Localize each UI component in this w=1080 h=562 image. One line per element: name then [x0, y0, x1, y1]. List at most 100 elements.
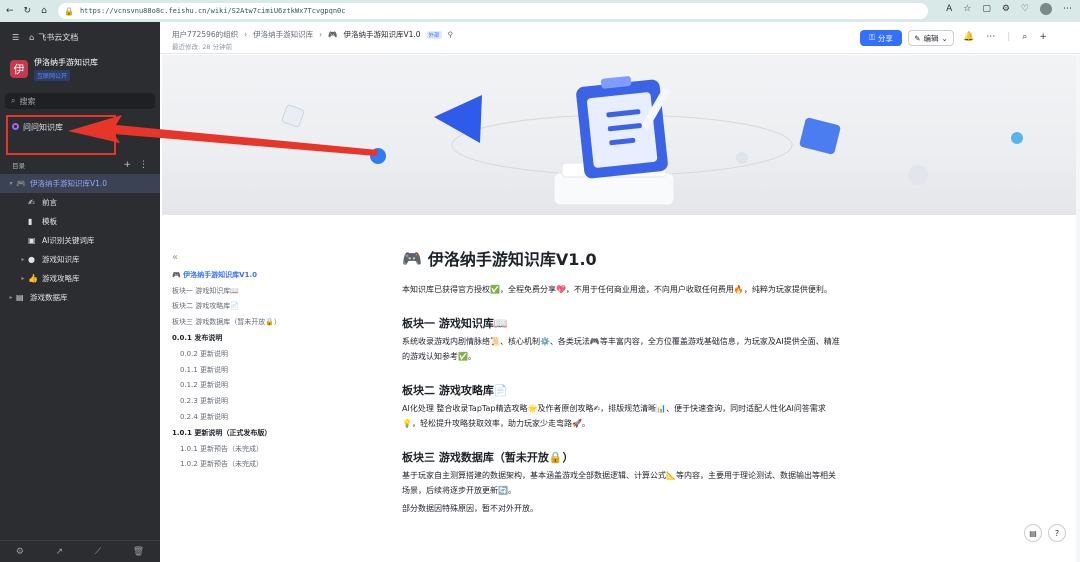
tree-item-label: 伊洛纳手游知识库V1.0	[30, 179, 108, 188]
edit-label: 编辑	[923, 33, 939, 43]
tree-item[interactable]: ✍ 前言	[0, 193, 160, 212]
trash-icon[interactable]: 🗑	[133, 547, 144, 557]
outline-item[interactable]: 0.2.4 更新说明	[172, 409, 372, 425]
outline-item[interactable]: 0.1.1 更新说明	[172, 362, 372, 378]
search-icon: ⌕	[11, 96, 16, 105]
toc-settings-icon[interactable]: ⋮	[139, 160, 148, 170]
doc-info-button[interactable]: ▤	[1024, 524, 1042, 542]
doc-body: 🎮 伊洛纳手游知识库V1.0 本知识库已获得官方授权✅，全程免费分享💖，不用于任…	[402, 246, 842, 516]
doc-header: 用户772596的组织 › 伊洛纳手游知识库 › 🎮 伊洛纳手游知识库V1.0 …	[160, 22, 1080, 54]
doc-outline: « 🎮 伊洛纳手游知识库V1.0 板块一 游戏知识库📖 板块二 游戏攻略库📄 板块三 …	[172, 252, 372, 472]
last-edit: 最近修改: 28 分钟前	[172, 43, 233, 51]
outline-item[interactable]: 1.0.1 更新预告（未完成）	[172, 441, 372, 457]
help-button[interactable]: ?	[1048, 524, 1066, 542]
section-3-heading[interactable]: 板块三 游戏数据库（暂未开放🔒）	[402, 449, 842, 465]
share-button[interactable]: ⚿ 分享	[860, 30, 902, 46]
collapse-outline-icon[interactable]: «	[172, 252, 372, 263]
external-tag: 外部	[426, 30, 442, 39]
tree-item-label: AI识别关键词库	[42, 236, 95, 245]
notification-icon[interactable]: 🔔	[963, 32, 974, 42]
tree-item[interactable]: ▸ ▤ 游戏数据库	[0, 288, 160, 307]
section-1-heading[interactable]: 板块一 游戏知识库📖	[402, 315, 842, 331]
split-screen-icon[interactable]: ▢	[982, 4, 991, 14]
outline-item[interactable]: 板块二 游戏攻略库📄	[172, 299, 372, 315]
doc-icon: ▮	[28, 217, 33, 226]
sidebar: ☰ ⌂ 飞书云文档 伊 伊洛纳手游知识库 互联网公开 ⌕ 搜索 问问知识库 目录…	[0, 22, 160, 562]
tree-item-label: 模板	[42, 217, 57, 226]
lock-icon: 🔒	[64, 6, 74, 16]
outline-item[interactable]: 1.0.1 更新说明（正式发布版）	[172, 425, 372, 441]
extension-icon[interactable]: ⚙	[1002, 4, 1010, 14]
toc-label: 目录	[12, 162, 25, 170]
tree-item[interactable]: ▸ 👍 游戏攻略库	[0, 269, 160, 288]
stats-icon[interactable]: ⟋	[95, 547, 101, 557]
gamepad-icon: 🎮	[328, 30, 338, 39]
home-icon[interactable]: ⌂	[41, 6, 47, 16]
section-3-note[interactable]: 部分数据因特殊原因，暂不对外开放。	[402, 501, 842, 516]
caret-icon[interactable]: ▸	[18, 275, 28, 282]
app-title[interactable]: 飞书云文档	[38, 32, 78, 43]
address-bar[interactable]: 🔒 https://vcnsvnu88o8c.feishu.cn/wiki/S2…	[58, 3, 928, 19]
read-aloud-icon[interactable]: A	[946, 4, 952, 14]
collections-icon[interactable]: ♡	[1021, 4, 1029, 14]
search-icon[interactable]: ⌕	[1022, 32, 1027, 42]
gamepad-icon: 🎮	[402, 248, 422, 268]
outline-item[interactable]: 1.0.2 更新预告（未完成）	[172, 457, 372, 473]
doc-icon: 🎮	[16, 179, 26, 188]
page-title[interactable]: 🎮 伊洛纳手游知识库V1.0	[402, 246, 842, 270]
section-2-body[interactable]: AI化处理 整合收录TapTap精选攻略🌟及作者原创攻略✍，排版规范清晰📊、便于…	[402, 401, 842, 431]
tree-item-label: 游戏知识库	[42, 255, 80, 264]
outline-item[interactable]: 板块三 游戏数据库（暂未开放🔒）	[172, 314, 372, 330]
chevron-down-icon: ⌄	[941, 33, 948, 43]
settings-icon[interactable]: ⚙	[16, 547, 24, 557]
cover-illustration	[281, 76, 1023, 206]
section-3-body[interactable]: 基于玩家自主测算搭建的数据架构，基本涵盖游戏全部数据逻辑、计算公式📐等内容，主要…	[402, 468, 842, 498]
section-1-body[interactable]: 系统收录游戏内剧情脉络📜、核心机制⚙️、各类玩法🎮等丰富内容，全方位覆盖游戏基础…	[402, 334, 842, 364]
doc-icon: ▤	[16, 293, 24, 302]
favorite-icon[interactable]: ☆	[963, 4, 971, 14]
add-icon[interactable]: +	[1039, 32, 1047, 42]
more-icon[interactable]: ⋯	[986, 32, 995, 42]
outline-item[interactable]: 0.0.2 更新说明	[172, 346, 372, 362]
space-header[interactable]: 伊 伊洛纳手游知识库 互联网公开	[0, 52, 160, 86]
space-name: 伊洛纳手游知识库	[34, 58, 98, 67]
share-label: 分享	[877, 33, 893, 43]
tree-item[interactable]: ▾ 🎮 伊洛纳手游知识库V1.0	[0, 174, 160, 193]
breadcrumb-current[interactable]: 伊洛纳手游知识库V1.0	[343, 29, 420, 40]
intro-paragraph[interactable]: 本知识库已获得官方授权✅，全程免费分享💖，不用于任何商业用途，不向用户收取任何费…	[402, 282, 842, 297]
caret-icon[interactable]: ▸	[6, 294, 16, 301]
browser-toolbar: ← ↻ ⌂ 🔒 https://vcnsvnu88o8c.feishu.cn/w…	[0, 0, 1080, 22]
ask-knowledge-base-button[interactable]: 问问知识库	[6, 115, 116, 155]
refresh-icon[interactable]: ↻	[24, 6, 32, 16]
pin-icon[interactable]: ⚲	[448, 30, 454, 39]
edit-button[interactable]: ✎ 编辑 ⌄	[908, 30, 954, 46]
page-title-text: 伊洛纳手游知识库V1.0	[427, 250, 597, 269]
breadcrumb-space[interactable]: 伊洛纳手游知识库	[253, 29, 313, 40]
add-icon[interactable]: +	[123, 160, 131, 170]
caret-icon[interactable]: ▾	[6, 180, 16, 187]
outline-item[interactable]: 板块一 游戏知识库📖	[172, 283, 372, 299]
outline-item[interactable]: 🎮 伊洛纳手游知识库V1.0	[172, 267, 372, 283]
outline-item[interactable]: 0.2.3 更新说明	[172, 393, 372, 409]
tree-item[interactable]: ▸ ● 游戏知识库	[0, 250, 160, 269]
home-icon[interactable]: ⌂	[29, 33, 34, 42]
tree-item-label: 前言	[42, 198, 57, 207]
scrollbar[interactable]	[1076, 55, 1080, 562]
profile-avatar[interactable]	[1040, 3, 1052, 15]
tree-item[interactable]: ▮ 模板	[0, 212, 160, 231]
breadcrumb-org[interactable]: 用户772596的组织	[172, 29, 238, 40]
search-placeholder: 搜索	[19, 96, 36, 106]
search-input[interactable]: ⌕ 搜索	[5, 93, 155, 109]
tree-item[interactable]: ▣ AI识别关键词库	[0, 231, 160, 250]
ai-ring-icon	[12, 123, 19, 130]
ask-label: 问问知识库	[23, 123, 63, 132]
outline-item[interactable]: 0.1.2 更新说明	[172, 378, 372, 394]
share-icon[interactable]: ↗	[56, 547, 64, 557]
back-icon[interactable]: ←	[6, 6, 14, 16]
section-2-heading[interactable]: 板块二 游戏攻略库📄	[402, 382, 842, 398]
collapse-sidebar-icon[interactable]: ☰	[12, 33, 19, 42]
more-icon[interactable]: ⋯	[1063, 4, 1072, 14]
space-tag: 互联网公开	[34, 70, 71, 81]
outline-item[interactable]: 0.0.1 发布说明	[172, 330, 372, 346]
caret-icon[interactable]: ▸	[18, 256, 28, 263]
